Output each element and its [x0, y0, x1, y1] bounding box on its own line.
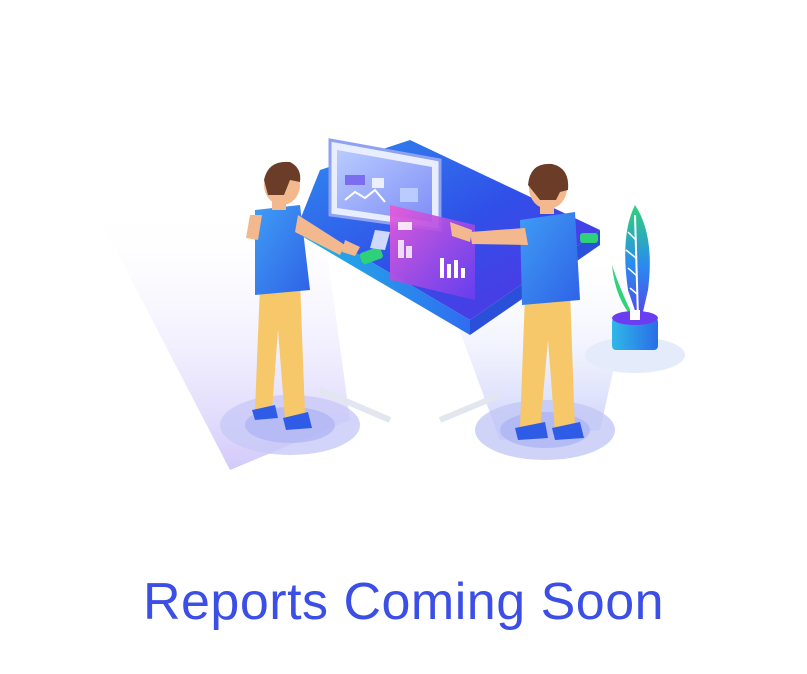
analytics-illustration	[90, 138, 685, 470]
coming-soon-title: Reports Coming Soon	[142, 573, 665, 631]
coming-soon-screen: Reports Coming Soon	[0, 0, 807, 674]
